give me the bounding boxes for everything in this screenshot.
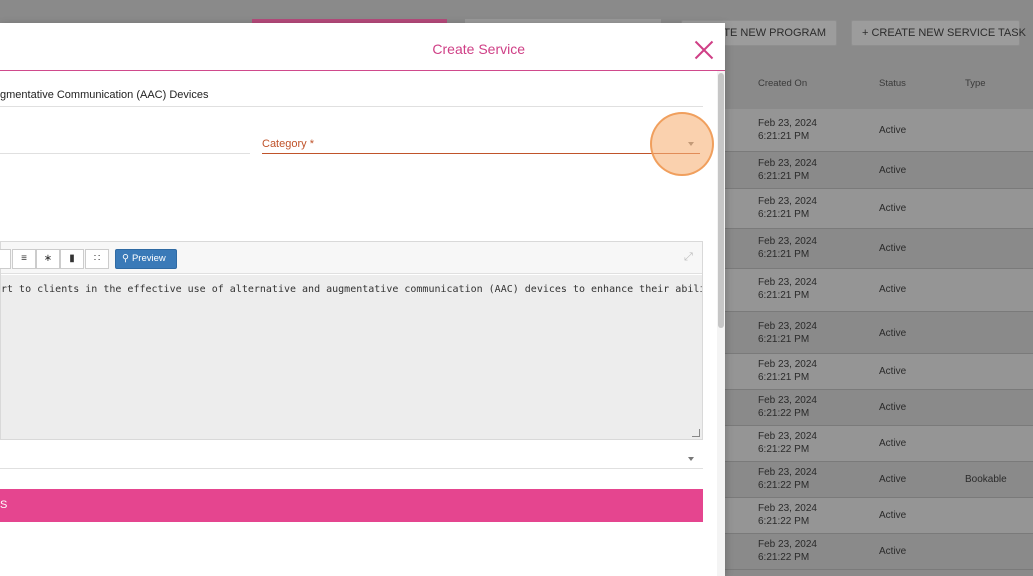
status-text: Active: [879, 366, 907, 377]
left-field-underline[interactable]: [0, 153, 250, 154]
status-text: Active: [879, 510, 907, 521]
create-new-service-task-button[interactable]: + CREATE NEW SERVICE TASK: [851, 20, 1026, 46]
select-field-underline[interactable]: [0, 468, 703, 469]
created-date: Feb 23, 2024: [758, 359, 817, 370]
table-row[interactable]: Feb 23, 2024 6:21:21 PM Active: [725, 269, 1033, 312]
created-time: 6:21:21 PM: [758, 334, 810, 345]
create-service-modal: Create Service gmentative Communication …: [0, 23, 725, 576]
created-date: Feb 23, 2024: [758, 467, 817, 478]
status-text: Active: [879, 203, 907, 214]
search-icon: ⚲: [122, 253, 129, 264]
table-row[interactable]: Feb 23, 2024 6:21:22 PM Active: [725, 534, 1033, 570]
created-date: Feb 23, 2024: [758, 539, 817, 550]
click-indicator: [650, 112, 714, 176]
status-text: Active: [879, 284, 907, 295]
created-date: Feb 23, 2024: [758, 395, 817, 406]
created-date: Feb 23, 2024: [758, 118, 817, 129]
table-icon[interactable]: ∷: [85, 249, 109, 269]
modal-header: Create Service: [0, 23, 725, 71]
description-textarea[interactable]: rt to clients in the effective use of al…: [1, 275, 702, 439]
italic-icon[interactable]: I: [0, 249, 11, 269]
created-time: 6:21:22 PM: [758, 516, 810, 527]
status-text: Active: [879, 243, 907, 254]
table-row[interactable]: Feb 23, 2024 6:21:21 PM Active: [725, 189, 1033, 229]
unordered-list-icon[interactable]: ≡: [12, 249, 36, 269]
created-date: Feb 23, 2024: [758, 236, 817, 247]
table-row[interactable]: Feb 23, 2024 6:21:22 PM Active Bookable: [725, 462, 1033, 498]
table-row[interactable]: Feb 23, 2024 6:21:21 PM Active: [725, 354, 1033, 390]
table-row[interactable]: Feb 23, 2024 6:21:21 PM Active: [725, 109, 1033, 152]
table-row[interactable]: Feb 23, 2024 6:21:22 PM Active: [725, 426, 1033, 462]
column-header-created-on[interactable]: Created On: [758, 78, 807, 96]
category-underline: [262, 153, 700, 154]
created-time: 6:21:22 PM: [758, 552, 810, 563]
created-time: 6:21:21 PM: [758, 171, 810, 182]
description-editor: I ≡ ∗ ▮ ∷ ⚲Preview ⤢ rt to clients in th…: [0, 241, 703, 440]
service-name-field[interactable]: gmentative Communication (AAC) Devices: [0, 89, 208, 101]
status-text: Active: [879, 474, 907, 485]
column-header-type[interactable]: Type: [965, 78, 986, 96]
created-time: 6:21:22 PM: [758, 480, 810, 491]
status-text: Active: [879, 328, 907, 339]
table-row[interactable]: Feb 23, 2024 6:21:22 PM Active: [725, 390, 1033, 426]
quote-icon[interactable]: ▮: [60, 249, 84, 269]
status-text: Active: [879, 165, 907, 176]
table-row[interactable]: Feb 23, 2024 6:21:21 PM Active: [725, 312, 1033, 354]
status-text: Active: [879, 546, 907, 557]
created-time: 6:21:21 PM: [758, 131, 810, 142]
created-date: Feb 23, 2024: [758, 196, 817, 207]
created-time: 6:21:22 PM: [758, 444, 810, 455]
fullscreen-icon[interactable]: ⤢: [684, 251, 693, 264]
modal-title: Create Service: [432, 41, 525, 57]
submit-bar[interactable]: S: [0, 489, 703, 522]
preview-label: Preview: [131, 253, 166, 264]
created-time: 6:21:21 PM: [758, 209, 810, 220]
service-name-underline: [0, 106, 703, 107]
resize-handle-icon[interactable]: [692, 429, 700, 437]
close-icon[interactable]: [693, 39, 715, 61]
created-date: Feb 23, 2024: [758, 503, 817, 514]
table-row[interactable]: Feb 23, 2024 6:21:21 PM Active: [725, 152, 1033, 189]
created-date: Feb 23, 2024: [758, 158, 817, 169]
chevron-down-icon[interactable]: [688, 457, 694, 461]
table-row[interactable]: Feb 23, 2024 6:21:22 PM Active: [725, 498, 1033, 534]
table-row[interactable]: Feb 23, 2024 6:21:21 PM Active: [725, 229, 1033, 269]
scrollbar-thumb[interactable]: [718, 73, 724, 328]
created-time: 6:21:21 PM: [758, 290, 810, 301]
column-header-status[interactable]: Status: [879, 78, 906, 96]
status-text: Active: [879, 402, 907, 413]
status-text: Active: [879, 125, 907, 136]
editor-toolbar: I ≡ ∗ ▮ ∷ ⚲Preview ⤢: [0, 242, 702, 274]
created-time: 6:21:21 PM: [758, 249, 810, 260]
category-select[interactable]: Category *: [262, 138, 314, 150]
created-time: 6:21:21 PM: [758, 372, 810, 383]
ordered-list-icon[interactable]: ∗: [36, 249, 60, 269]
type-text: Bookable: [965, 474, 1007, 485]
created-date: Feb 23, 2024: [758, 321, 817, 332]
created-date: Feb 23, 2024: [758, 431, 817, 442]
preview-button[interactable]: ⚲ Preview: [115, 249, 177, 269]
created-time: 6:21:22 PM: [758, 408, 810, 419]
status-text: Active: [879, 438, 907, 449]
modal-scrollbar[interactable]: [717, 71, 725, 576]
created-date: Feb 23, 2024: [758, 277, 817, 288]
